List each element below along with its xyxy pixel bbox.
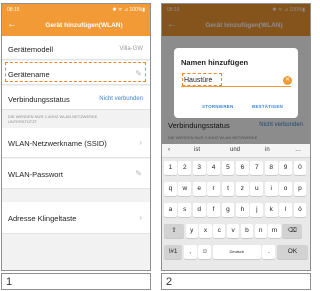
key-h[interactable]: h (236, 203, 249, 217)
key-3[interactable]: 3 (192, 161, 206, 175)
back-arrow-icon[interactable]: ← (7, 20, 17, 30)
row-device-model: Gerätemodell Villa-GW (2, 36, 150, 60)
device-model-value: Villa-GW (119, 46, 143, 52)
key-i[interactable]: i (264, 182, 278, 196)
key-n[interactable]: n (254, 224, 267, 238)
key-b[interactable]: b (240, 224, 253, 238)
key-6[interactable]: 6 (236, 161, 249, 175)
connection-status-value: Nicht verbunden (99, 96, 143, 102)
status-icons: ✱ ᯤ ⊿ 100%▮ (112, 7, 145, 13)
chevron-right-icon[interactable]: › (139, 138, 142, 147)
key-f[interactable]: f (207, 203, 220, 217)
highlight-device-name (5, 62, 146, 82)
on-screen-keyboard: ‹ ist und in … 1234567890 qwertzuiop asd… (162, 144, 310, 270)
key-special[interactable]: OK (277, 245, 308, 259)
edit-icon[interactable]: ✎ (135, 169, 142, 178)
key-7[interactable]: 7 (250, 161, 264, 175)
key-special[interactable]: !#1 (164, 245, 182, 259)
key-p[interactable]: p (293, 182, 307, 196)
key-1[interactable]: 1 (164, 161, 177, 175)
suggestion-more-icon[interactable]: … (295, 147, 301, 153)
key-special[interactable]: Deutsch (212, 245, 261, 259)
key-9[interactable]: 9 (279, 161, 292, 175)
device-model-label: Gerätemodell (8, 45, 54, 54)
key-x[interactable]: x (199, 224, 212, 238)
panel-number-label: 1 (6, 276, 13, 288)
key-k[interactable]: k (264, 203, 278, 217)
panel-number-2: 2 (161, 273, 311, 290)
screenshot-panel-1: 08:15 ✱ ᯤ ⊿ 100%▮ ← Gerät hinzufügen(WLA… (1, 3, 151, 271)
key-5[interactable]: 5 (221, 161, 235, 175)
chevron-right-icon[interactable]: › (139, 213, 142, 222)
page-title: Gerät hinzufügen(WLAN) (45, 22, 123, 29)
key-u[interactable]: u (250, 182, 264, 196)
wlan-password-label: WLAN-Passwort (8, 170, 64, 179)
row-wlan-password[interactable]: WLAN-Passwort ✎ (2, 159, 150, 189)
key-c[interactable]: c (213, 224, 226, 238)
suggestion-item[interactable]: und (230, 147, 240, 153)
key-y[interactable]: y (185, 224, 198, 238)
panel-number-label: 2 (166, 276, 173, 288)
confirm-button[interactable]: BESTÄTIGEN (252, 104, 283, 109)
key-special[interactable]: ⌫ (282, 224, 303, 238)
key-q[interactable]: q (164, 182, 177, 196)
suggestion-back-icon[interactable]: ‹ (168, 147, 170, 153)
cancel-button[interactable]: STORNIEREN (202, 104, 233, 109)
status-bar: 08:15 ✱ ᯤ ⊿ 100%▮ (2, 4, 150, 16)
key-m[interactable]: m (268, 224, 281, 238)
screenshot-panel-2: 08:15 ✱ ᯤ ⊿ 100%▮ ← Gerät hinzufügen(WLA… (161, 3, 311, 271)
row-bell-address[interactable]: Adresse Klingeltaste › (2, 202, 150, 234)
key-e[interactable]: e (192, 182, 206, 196)
suggestion-item[interactable]: in (265, 147, 270, 153)
key-o[interactable]: o (279, 182, 292, 196)
key-special[interactable]: ⇧ (164, 224, 184, 238)
key-4[interactable]: 4 (207, 161, 220, 175)
wlan-hint: DIE WERDEN NUR 2.4GHZ WLAN NETZWERKE UNT… (8, 114, 98, 124)
status-time: 08:15 (7, 7, 20, 13)
key-j[interactable]: j (250, 203, 264, 217)
input-underline (181, 86, 291, 87)
dialog-title: Namen hinzufügen (181, 58, 249, 67)
key-special[interactable]: , (183, 245, 197, 259)
wlan-ssid-label: WLAN-Netzwerkname (SSID) (8, 139, 107, 148)
key-a[interactable]: a (164, 203, 177, 217)
suggestion-item[interactable]: ist (194, 147, 200, 153)
key-s[interactable]: s (178, 203, 192, 217)
bell-address-label: Adresse Klingeltaste (8, 214, 77, 223)
panel-number-1: 1 (1, 273, 151, 290)
key-z[interactable]: z (236, 182, 249, 196)
connection-status-label: Verbindungsstatus (8, 95, 70, 104)
figure-root: 08:15 ✱ ᯤ ⊿ 100%▮ ← Gerät hinzufügen(WLA… (0, 0, 314, 291)
key-d[interactable]: d (192, 203, 206, 217)
row-connection-status: Verbindungsstatus Nicht verbunden (2, 86, 150, 110)
key-8[interactable]: 8 (264, 161, 278, 175)
clear-icon[interactable]: ✕ (283, 76, 292, 85)
key-w[interactable]: w (178, 182, 192, 196)
suggestion-bar: ‹ ist und in … (162, 144, 310, 158)
key-g[interactable]: g (221, 203, 235, 217)
key-ö[interactable]: ö (293, 203, 307, 217)
key-v[interactable]: v (227, 224, 240, 238)
key-l[interactable]: l (279, 203, 292, 217)
key-2[interactable]: 2 (178, 161, 192, 175)
key-special[interactable]: . (262, 245, 276, 259)
row-wlan-ssid[interactable]: WLAN-Netzwerkname (SSID) › (2, 128, 150, 158)
key-0[interactable]: 0 (293, 161, 307, 175)
title-bar: ← Gerät hinzufügen(WLAN) (2, 16, 150, 36)
key-special[interactable]: ☺ (198, 245, 212, 259)
key-t[interactable]: t (221, 182, 235, 196)
highlight-name-input (182, 73, 222, 86)
key-r[interactable]: r (207, 182, 220, 196)
